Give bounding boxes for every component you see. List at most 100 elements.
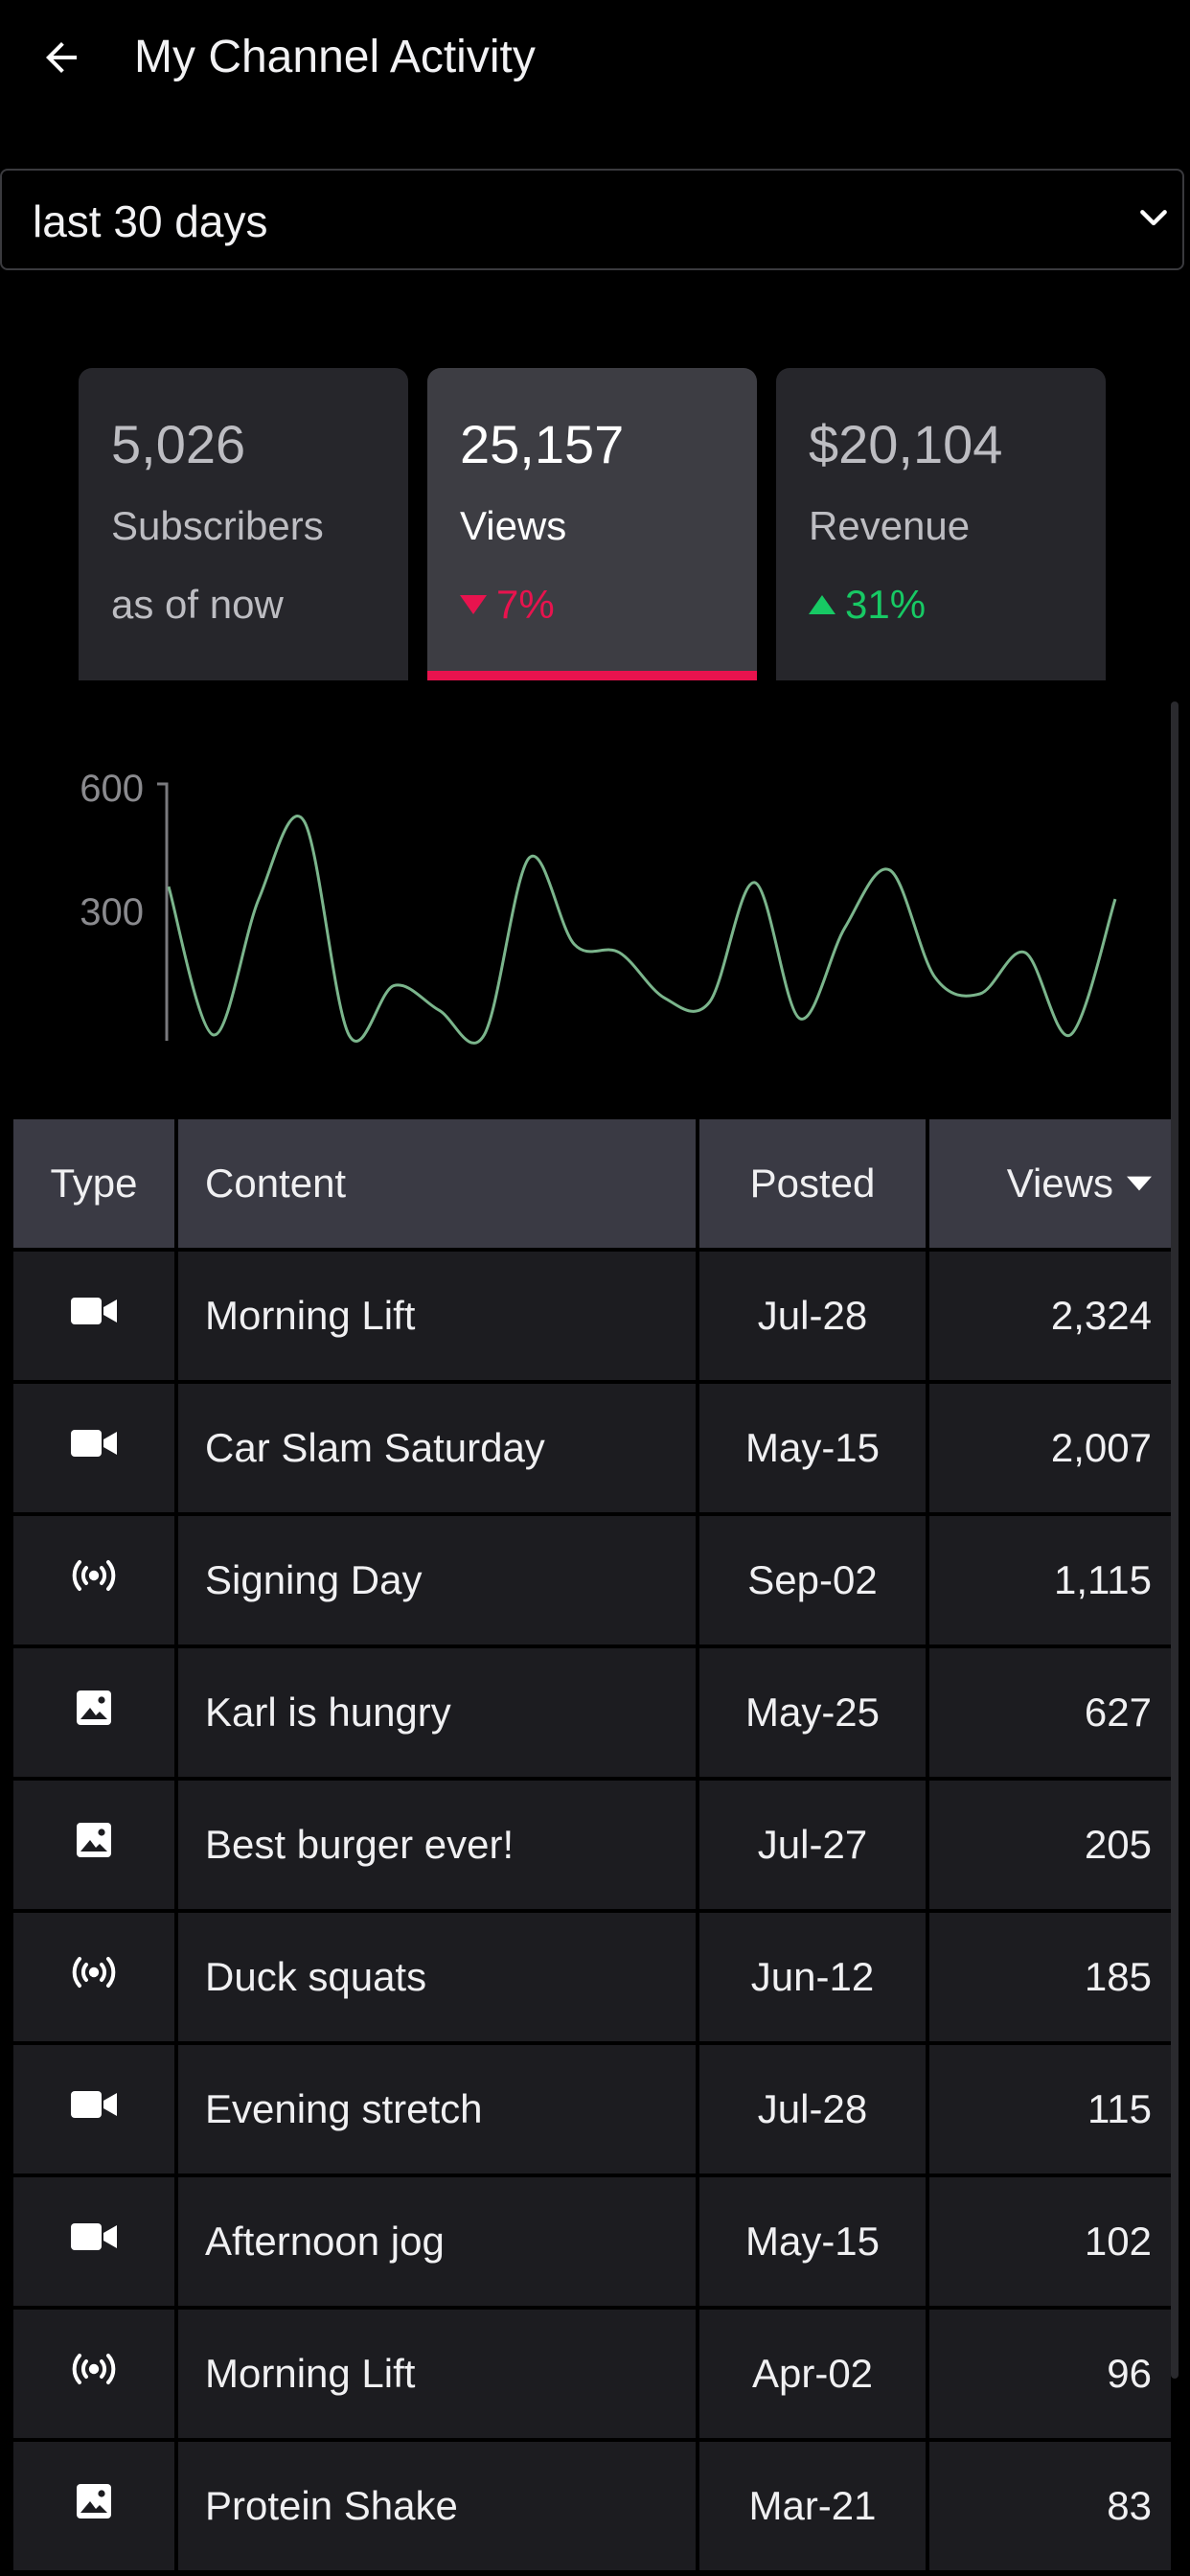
active-card-indicator [427,671,757,680]
content-cell: Morning Lift [178,1252,696,1380]
type-cell [13,2177,174,2306]
broadcast-icon [69,2350,119,2398]
posted-cell: Mar-21 [699,2442,926,2570]
type-cell [13,1913,174,2041]
date-range-value: last 30 days [33,196,268,246]
posted-column-header[interactable]: Posted [699,1119,926,1248]
broadcast-icon [69,1953,119,2001]
subscribers-value: 5,026 [111,414,246,474]
views-label: Views [460,503,567,548]
type-cell [13,2310,174,2438]
views-chart: 600 300 [0,757,1190,1064]
y-tick-label: 600 [80,768,144,810]
posted-cell: May-15 [699,2177,926,2306]
arrow-left-icon [46,42,77,73]
content-column-header[interactable]: Content [178,1119,696,1248]
table-row[interactable]: Signing Day Sep-02 1,115 [13,1516,1171,1648]
table-row[interactable]: Morning Lift Jul-28 2,324 [13,1252,1171,1384]
content-cell: Karl is hungry [178,1648,696,1777]
app-header: My Channel Activity [0,0,1190,117]
content-cell: Signing Day [178,1516,696,1644]
type-cell [13,1648,174,1777]
trend-down-icon [460,595,487,614]
content-cell: Car Slam Saturday [178,1384,696,1512]
content-cell: Best burger ever! [178,1781,696,1909]
views-cell: 115 [929,2045,1171,2174]
sort-desc-icon [1127,1176,1152,1191]
content-cell: Protein Shake [178,2442,696,2570]
stat-cards: 5,026 Subscribers as of now 25,157 Views… [79,368,1110,680]
video-icon [69,1292,119,1340]
back-button[interactable] [38,29,88,86]
posted-cell: May-15 [699,1384,926,1512]
chevron-down-icon [1140,210,1167,226]
type-cell [13,1252,174,1380]
views-cell: 96 [929,2310,1171,2438]
views-cell: 83 [929,2442,1171,2570]
posted-cell: Jul-28 [699,1252,926,1380]
y-axis-line [157,782,169,1041]
views-cell: 627 [929,1648,1171,1777]
posted-cell: Jul-28 [699,2045,926,2174]
date-range-select[interactable]: last 30 days [0,169,1184,270]
video-icon [69,1424,119,1472]
video-icon [69,2218,119,2266]
content-cell: Duck squats [178,1913,696,2041]
views-cell: 185 [929,1913,1171,2041]
views-delta-value: 7% [496,582,555,627]
image-icon [69,2482,119,2530]
content-table: Type Content Posted Views Morning Lift Ju… [13,1119,1171,2574]
revenue-value: $20,104 [809,414,1003,474]
subscribers-note: as of now [111,582,284,627]
posted-cell: Apr-02 [699,2310,926,2438]
type-cell [13,2045,174,2174]
subscribers-card[interactable]: 5,026 Subscribers as of now [79,368,408,680]
views-series-line [167,815,1117,1045]
content-cell: Morning Lift [178,2310,696,2438]
views-line-chart: 600 300 [80,768,1117,1045]
table-row[interactable]: Morning Lift Apr-02 96 [13,2310,1171,2442]
posted-cell: May-25 [699,1648,926,1777]
type-cell [13,1516,174,1644]
views-cell: 2,324 [929,1252,1171,1380]
table-header-row: Type Content Posted Views [13,1119,1171,1252]
posted-cell: Jul-27 [699,1781,926,1909]
table-row[interactable]: Protein Shake Mar-21 83 [13,2442,1171,2574]
views-cell: 2,007 [929,1384,1171,1512]
posted-cell: Sep-02 [699,1516,926,1644]
table-row[interactable]: Car Slam Saturday May-15 2,007 [13,1384,1171,1516]
table-row[interactable]: Karl is hungry May-25 627 [13,1648,1171,1781]
views-card[interactable]: 25,157 Views 7% [427,368,757,680]
views-cell: 205 [929,1781,1171,1909]
views-column-header[interactable]: Views [929,1119,1171,1248]
scrollbar[interactable] [1171,702,1179,2379]
image-icon [69,1821,119,1869]
type-cell [13,1781,174,1909]
type-cell [13,2442,174,2570]
views-cell: 102 [929,2177,1171,2306]
image-icon [69,1689,119,1736]
type-column-header[interactable]: Type [13,1119,174,1248]
page-title: My Channel Activity [134,32,536,82]
broadcast-icon [69,1556,119,1604]
video-icon [69,2085,119,2133]
table-row[interactable]: Best burger ever! Jul-27 205 [13,1781,1171,1913]
table-row[interactable]: Afternoon jog May-15 102 [13,2177,1171,2310]
revenue-delta-value: 31% [845,582,927,627]
posted-cell: Jun-12 [699,1913,926,2041]
table-row[interactable]: Duck squats Jun-12 185 [13,1913,1171,2045]
views-cell: 1,115 [929,1516,1171,1644]
revenue-card[interactable]: $20,104 Revenue 31% [776,368,1106,680]
views-value: 25,157 [460,414,625,474]
revenue-delta: 31% [809,581,926,629]
y-tick-label: 300 [80,891,144,933]
type-cell [13,1384,174,1512]
content-cell: Afternoon jog [178,2177,696,2306]
revenue-label: Revenue [809,503,971,548]
table-row[interactable]: Evening stretch Jul-28 115 [13,2045,1171,2177]
content-cell: Evening stretch [178,2045,696,2174]
trend-up-icon [809,595,835,614]
subscribers-label: Subscribers [111,503,324,548]
views-header-label: Views [1006,1161,1113,1206]
views-delta: 7% [460,581,555,629]
